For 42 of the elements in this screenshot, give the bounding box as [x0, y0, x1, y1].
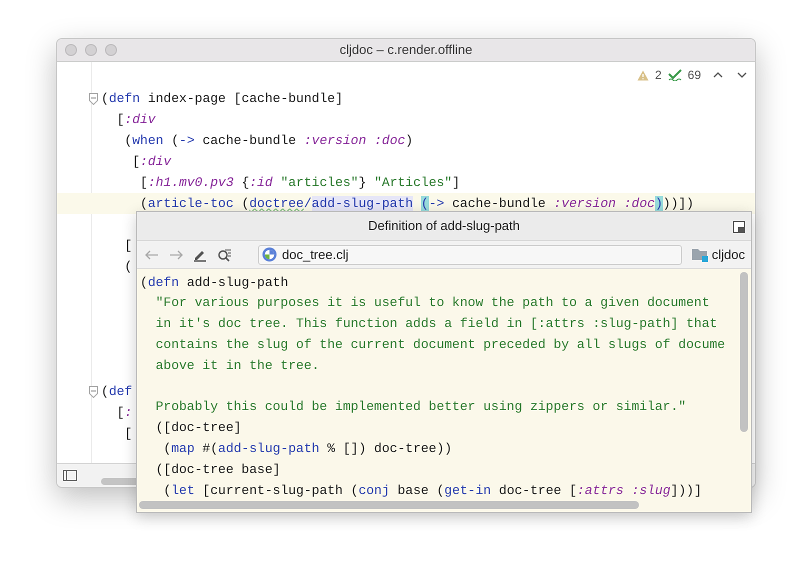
- pin-icon[interactable]: [733, 221, 745, 233]
- module-name: cljdoc: [712, 246, 745, 264]
- code-line: (map #(add-slug-path % []) doc-tree)): [162, 440, 454, 458]
- code-line: contains the slug of the current document preceded by all slugs of docume: [154, 336, 726, 354]
- code-line: ([doc-tree base]: [154, 460, 282, 479]
- find-usages-icon[interactable]: [217, 248, 232, 262]
- code-line: (def: [101, 382, 132, 401]
- file-path-field[interactable]: doc_tree.clj: [258, 244, 682, 264]
- chevron-up-icon[interactable]: [713, 72, 723, 78]
- code-line: Probably this could be implemented better using zippers or similar.": [154, 398, 688, 416]
- file-name: doc_tree.clj: [282, 246, 348, 264]
- code-line: [:div: [116, 110, 156, 129]
- check-icon[interactable]: [668, 69, 682, 81]
- code-line: [: [123, 424, 132, 443]
- code-line: "For various purposes it is useful to know the path to a given document: [154, 294, 710, 312]
- vertical-scrollbar[interactable]: [740, 272, 748, 432]
- code-line: (: [123, 258, 132, 276]
- chevron-down-icon[interactable]: [737, 72, 747, 78]
- back-arrow-icon[interactable]: [145, 250, 159, 260]
- fold-icon[interactable]: [89, 93, 98, 105]
- code-line: [:h1.mv0.pv3 {:id "articles"} "Articles"]: [139, 174, 460, 192]
- passed-count: 69: [688, 67, 701, 84]
- code-line: (let [current-slug-path (conj base (get-in doc-tree [:attrs :slug]))]: [162, 482, 703, 498]
- code-line: (defn add-slug-path: [140, 274, 290, 292]
- code-line: [:: [116, 404, 132, 422]
- forward-arrow-icon[interactable]: [169, 250, 183, 260]
- code-line: ([doc-tree]: [154, 419, 242, 438]
- code-line: [: [123, 236, 132, 255]
- folder-icon: [692, 248, 708, 262]
- code-line: in it's doc tree. This function adds a field in [:attrs :slug-path] that: [154, 315, 718, 334]
- code-line: (article-toc (doctree/add-slug-path (-> cache-bundle :version :doc)))]): [139, 194, 694, 213]
- window-title: cljdoc – c.render.offline: [340, 41, 472, 60]
- clojure-logo-icon: [262, 247, 277, 262]
- horizontal-scrollbar[interactable]: [139, 501, 639, 509]
- code-line: (defn index-page [cache-bundle]: [101, 90, 343, 108]
- popup-title: Definition of add-slug-path: [368, 217, 520, 236]
- code-line: [:div: [131, 152, 172, 171]
- code-line: above it in the tree.: [154, 356, 320, 375]
- fold-icon[interactable]: [89, 386, 98, 398]
- code-line: (when (-> cache-bundle :version :doc): [123, 132, 414, 150]
- panel-toggle-icon[interactable]: [63, 470, 77, 481]
- warning-count: 2: [654, 67, 662, 84]
